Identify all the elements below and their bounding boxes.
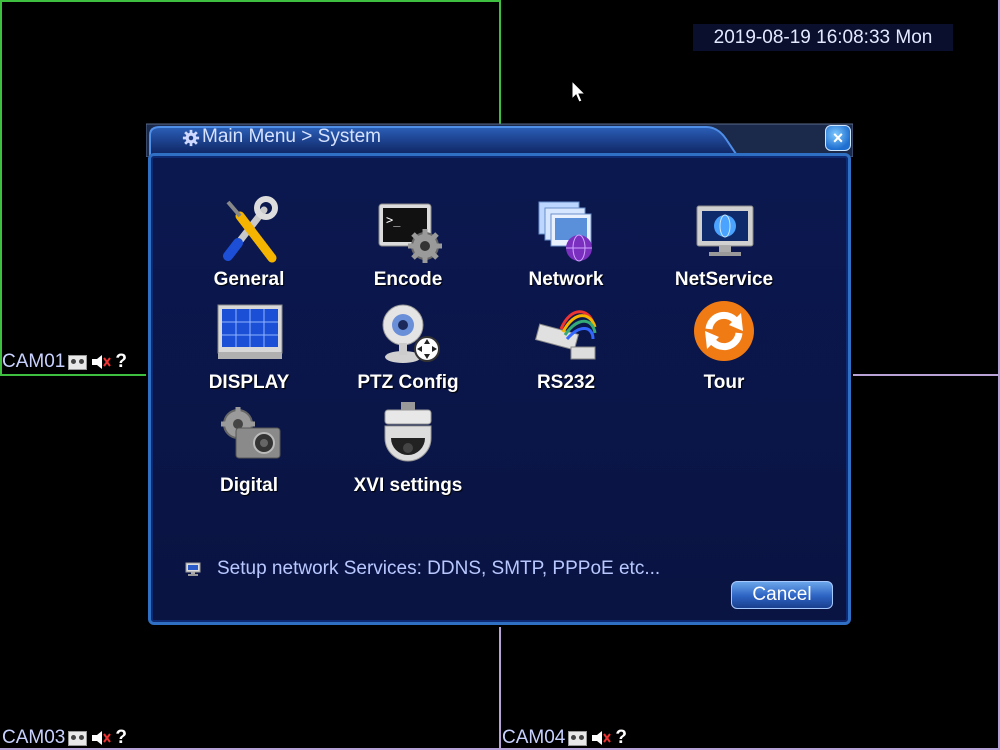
menu-item-label: PTZ Config <box>357 372 459 393</box>
cam01-border-left <box>0 0 2 375</box>
dialog-title: Main Menu > System <box>180 126 381 148</box>
menu-item-network[interactable]: Network <box>491 196 641 296</box>
tools-icon <box>223 196 278 263</box>
datetime-display: 2019-08-19 16:08:33 Mon <box>693 24 953 51</box>
terminal-gear-icon: >_ <box>378 203 442 263</box>
record-icon <box>568 730 588 746</box>
grid-horizontal-right <box>853 374 1000 376</box>
cam01-border-bottom <box>0 374 146 376</box>
menu-item-label: Digital <box>219 475 279 496</box>
menu-item-digital[interactable]: Digital <box>174 402 324 502</box>
svg-text:>_: >_ <box>386 213 401 227</box>
cam03-name: CAM03 <box>2 727 66 748</box>
menu-item-display[interactable]: DISPLAY <box>174 299 324 399</box>
globe-monitor-icon <box>696 205 754 256</box>
mute-icon <box>92 355 112 369</box>
menu-item-encode[interactable]: >_ Encode <box>333 196 483 296</box>
help-icon: ? <box>115 351 127 372</box>
menu-item-label: Network <box>528 269 604 290</box>
menu-item-label: NetService <box>674 269 774 290</box>
help-icon: ? <box>615 727 627 748</box>
network-monitor-icon <box>538 201 592 262</box>
cam01-name: CAM01 <box>2 351 66 372</box>
cam04-label: CAM04 ? <box>502 727 627 749</box>
system-menu-dialog: Main Menu > System × General >_ Encode N… <box>146 121 853 627</box>
menu-item-xvi-settings[interactable]: XVI settings <box>333 402 483 502</box>
cam01-border-top <box>0 0 500 2</box>
menu-item-label: General <box>213 269 285 290</box>
monitor-hint-icon <box>185 562 201 576</box>
menu-item-tour[interactable]: Tour <box>649 299 799 399</box>
cam01-border-right <box>499 0 501 125</box>
dome-camera-icon <box>384 402 432 462</box>
record-icon <box>68 354 88 370</box>
close-button[interactable]: × <box>825 125 851 151</box>
menu-item-general[interactable]: General <box>174 196 324 296</box>
menu-item-rs232[interactable]: RS232 <box>491 299 641 399</box>
grid-vertical-bottom <box>499 627 501 750</box>
serial-cable-icon <box>534 310 597 360</box>
help-icon: ? <box>115 727 127 748</box>
menu-item-label: Tour <box>703 372 745 393</box>
hint-text: Setup network Services: DDNS, SMTP, PPPo… <box>217 558 661 579</box>
menu-panel: General >_ Encode Network NetService DIS… <box>148 153 851 625</box>
menu-item-label: XVI settings <box>353 475 463 496</box>
display-grid-icon <box>217 304 283 359</box>
menu-item-ptz-config[interactable]: PTZ Config <box>333 299 483 399</box>
breadcrumb: Main Menu > System <box>202 126 381 147</box>
cam01-label: CAM01 ? <box>2 351 127 373</box>
cam03-label: CAM03 ? <box>2 727 127 749</box>
menu-item-label: RS232 <box>536 372 596 393</box>
record-icon <box>68 730 88 746</box>
menu-item-label: DISPLAY <box>208 372 290 393</box>
refresh-icon <box>694 301 754 361</box>
webcam-ptz-icon <box>382 304 440 363</box>
menu-item-netservice[interactable]: NetService <box>649 196 799 296</box>
mute-icon <box>92 731 112 745</box>
cam04-name: CAM04 <box>502 727 566 748</box>
mouse-cursor-icon <box>571 80 587 103</box>
mute-icon <box>592 731 612 745</box>
menu-item-label: Encode <box>373 269 443 290</box>
digital-camera-icon <box>221 407 281 459</box>
cancel-button[interactable]: Cancel <box>731 581 833 609</box>
